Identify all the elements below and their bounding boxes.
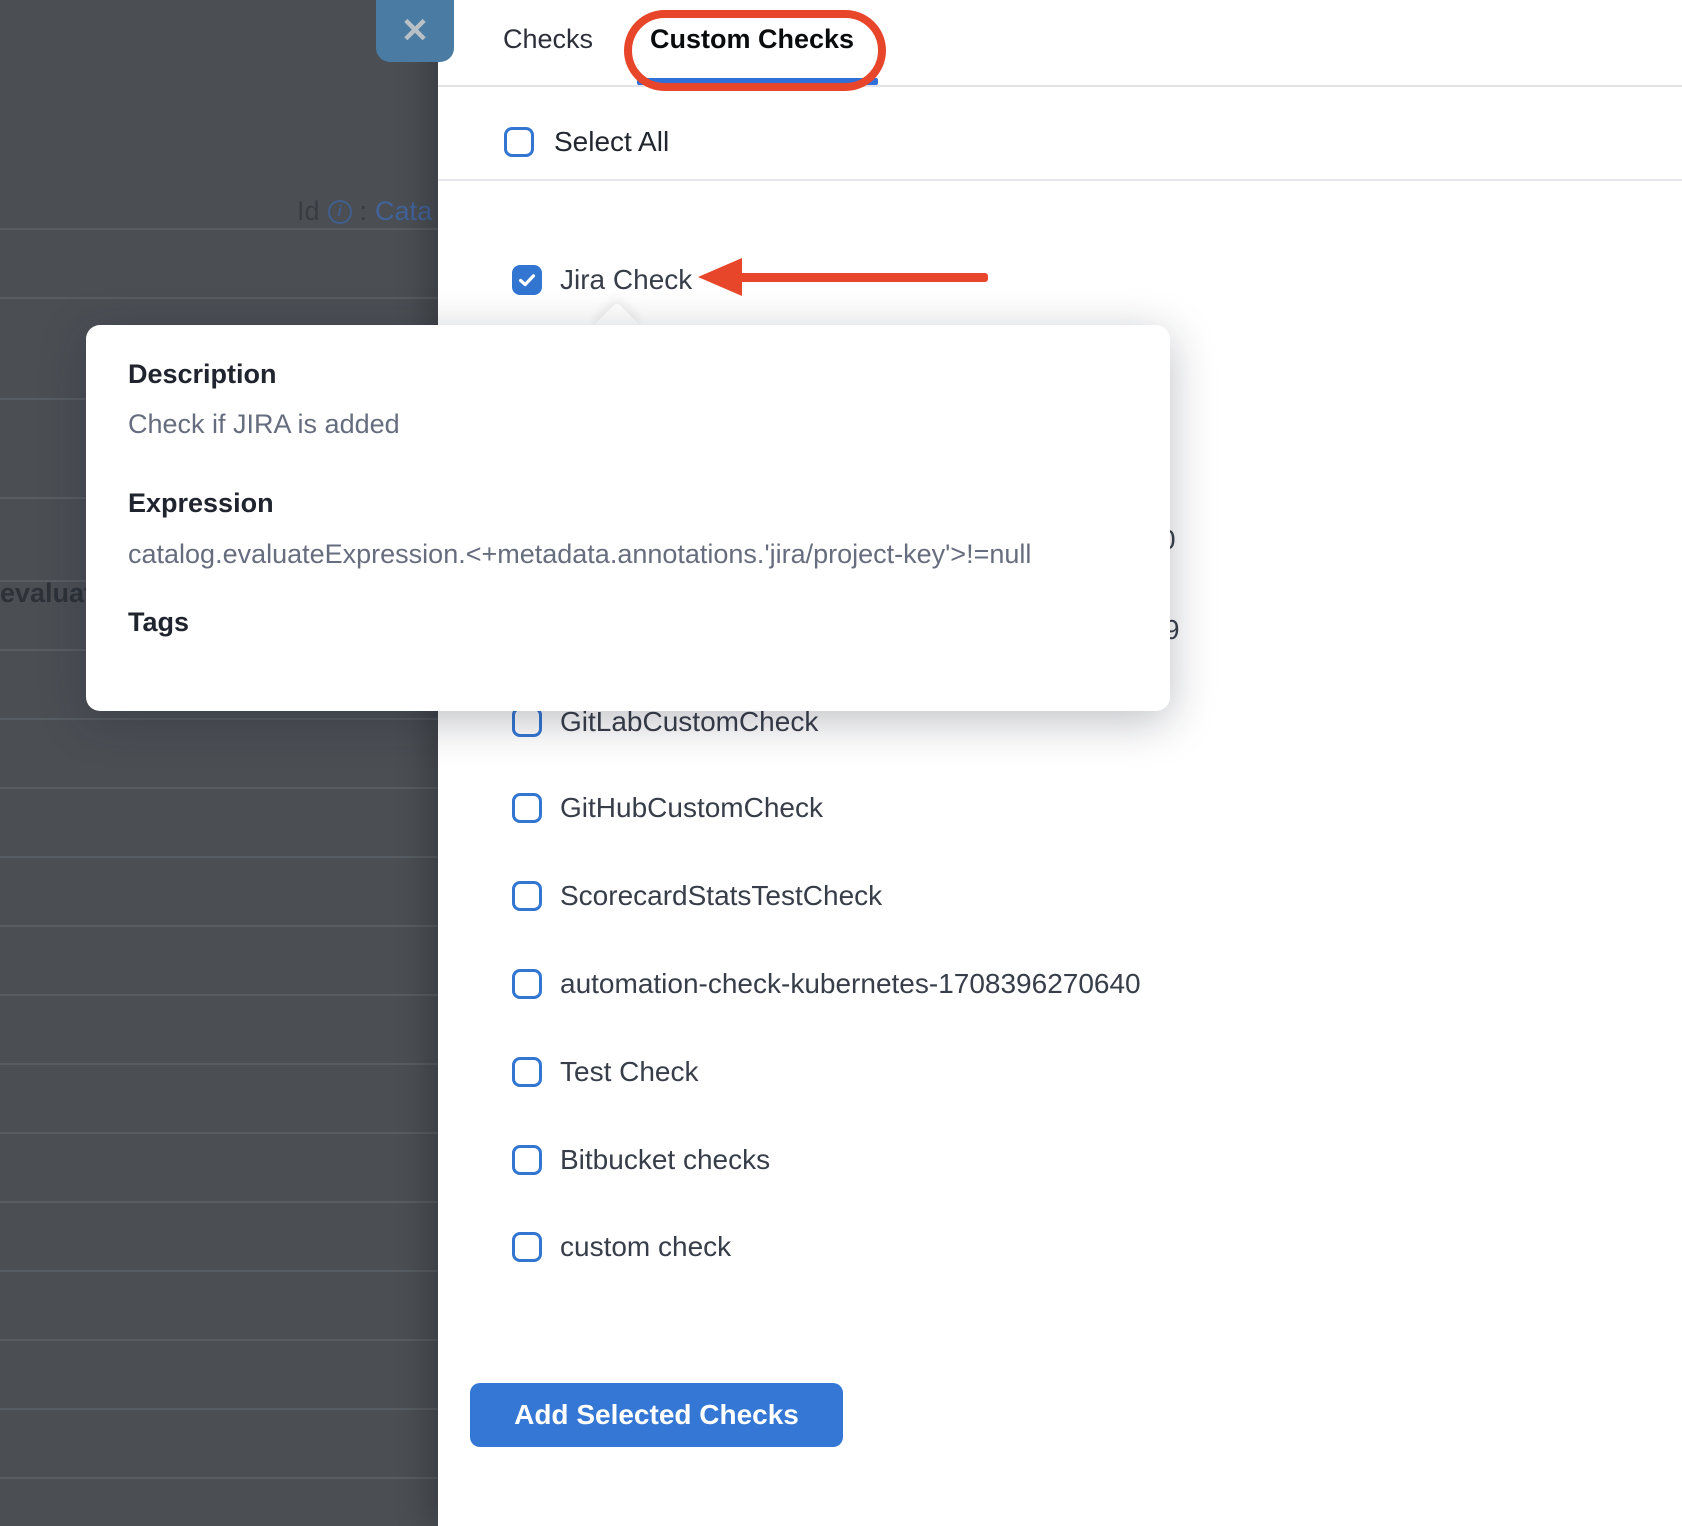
table-row-line (0, 787, 438, 789)
checks-drawer: Checks Custom Checks Select All Jira Che… (438, 0, 1682, 1526)
table-row-line (0, 1132, 438, 1134)
check-list-item[interactable]: custom check (512, 1230, 731, 1264)
tab-bar-divider (438, 85, 1682, 87)
tooltip-expression-label: Expression (128, 488, 274, 519)
annotation-arrow-line (738, 273, 988, 282)
info-icon: i (328, 200, 352, 224)
select-all-row[interactable]: Select All (504, 126, 669, 158)
table-row-line (0, 1477, 438, 1479)
table-row-line (0, 1063, 438, 1065)
select-all-checkbox[interactable] (504, 127, 534, 157)
check-checkbox[interactable] (512, 707, 542, 737)
check-list-item[interactable]: GitHubCustomCheck (512, 791, 823, 825)
check-list-item[interactable]: automation-check-kubernetes-170839627064… (512, 967, 1141, 1001)
tab-custom-checks[interactable]: Custom Checks (650, 24, 854, 55)
check-checkbox[interactable] (512, 793, 542, 823)
annotation-arrow-head-icon (698, 258, 742, 296)
check-list-item[interactable]: Bitbucket checks (512, 1143, 770, 1177)
select-all-label: Select All (554, 126, 669, 158)
select-all-divider (438, 179, 1682, 181)
table-row-line (0, 1201, 438, 1203)
background-cell-fragment: evaluat (0, 578, 93, 609)
check-label: ScorecardStatsTestCheck (560, 880, 882, 912)
check-label: automation-check-kubernetes-170839627064… (560, 968, 1141, 1000)
check-label: GitHubCustomCheck (560, 792, 823, 824)
check-label: custom check (560, 1231, 731, 1263)
check-label: Test Check (560, 1056, 699, 1088)
add-selected-checks-button[interactable]: Add Selected Checks (470, 1383, 843, 1447)
table-row-line (0, 1408, 438, 1410)
table-row-line (0, 1339, 438, 1341)
check-checkbox[interactable] (512, 881, 542, 911)
check-details-tooltip: Description Check if JIRA is added Expre… (86, 325, 1170, 711)
table-row-line (0, 297, 438, 299)
background-table-header: Id i : Cata (297, 196, 432, 227)
tooltip-expression-text: catalog.evaluateExpression.<+metadata.an… (128, 539, 1031, 570)
check-checkbox[interactable] (512, 969, 542, 999)
header-colon: : (360, 196, 368, 227)
table-row-line (0, 228, 438, 230)
active-tab-underline (637, 78, 878, 85)
table-row-line (0, 856, 438, 858)
tab-checks[interactable]: Checks (503, 24, 593, 55)
tooltip-description-text: Check if JIRA is added (128, 409, 400, 440)
tooltip-tags-label: Tags (128, 607, 189, 638)
check-list-item[interactable]: ScorecardStatsTestCheck (512, 879, 882, 913)
header-value-fragment: Cata (375, 196, 432, 227)
check-label: Bitbucket checks (560, 1144, 770, 1176)
check-checkbox[interactable] (512, 1145, 542, 1175)
check-list-item[interactable]: Test Check (512, 1055, 699, 1089)
close-icon: ✕ (401, 11, 430, 51)
check-checkbox-checked[interactable] (512, 265, 542, 295)
table-row-line (0, 925, 438, 927)
check-checkbox[interactable] (512, 1232, 542, 1262)
id-column-label: Id (297, 196, 320, 227)
table-row-line (0, 1270, 438, 1272)
check-list-item[interactable]: Jira Check (512, 263, 692, 297)
table-row-line (0, 718, 438, 720)
check-label: Jira Check (560, 264, 692, 296)
check-checkbox[interactable] (512, 1057, 542, 1087)
table-row-line (0, 994, 438, 996)
close-drawer-button[interactable]: ✕ (376, 0, 454, 62)
tooltip-description-label: Description (128, 359, 277, 390)
